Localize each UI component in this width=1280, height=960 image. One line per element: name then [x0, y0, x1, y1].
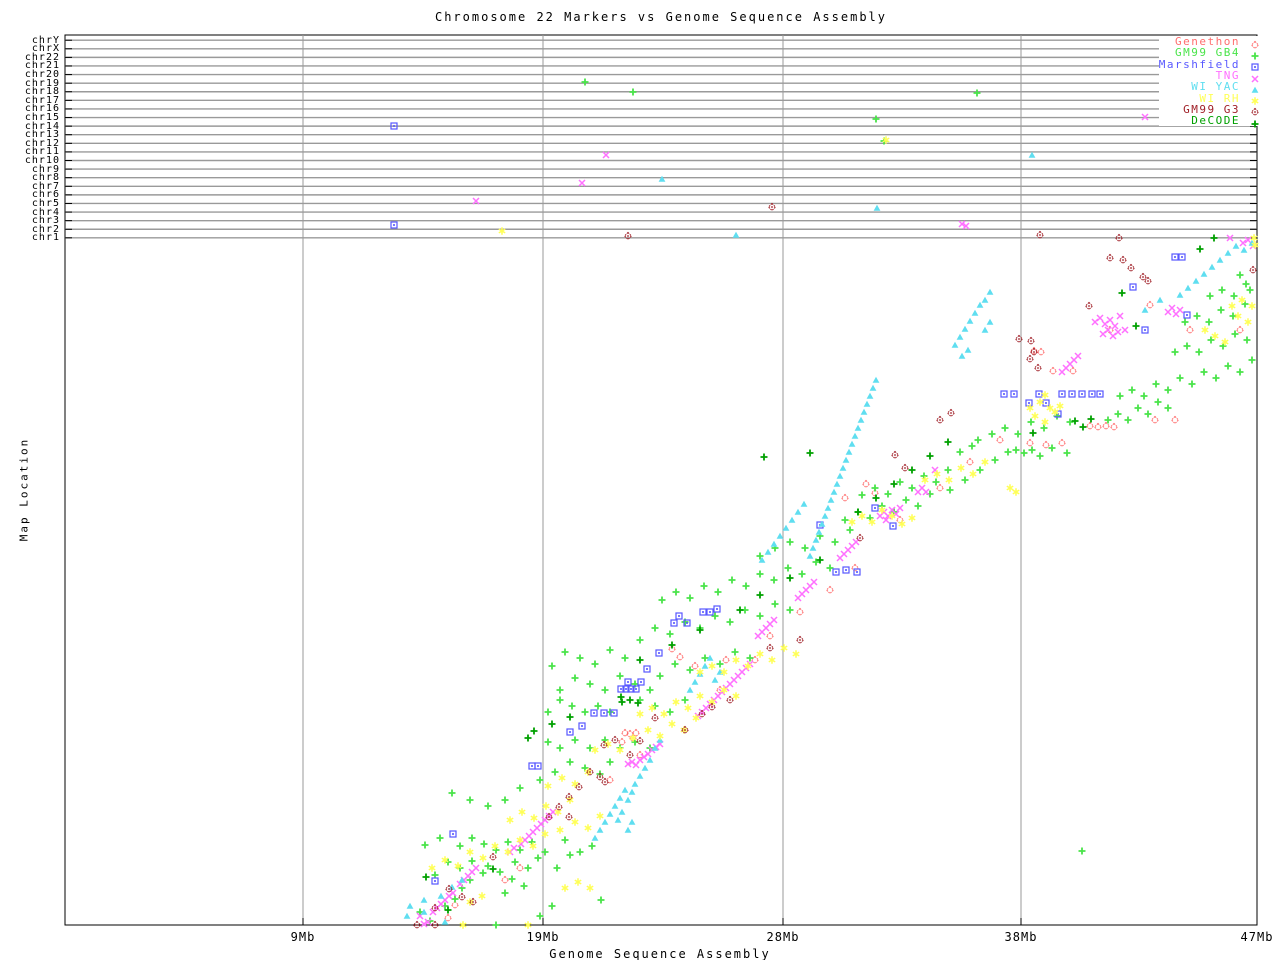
legend: Genethon GM99 GB4 Marshfield TNG WI YAC …: [1159, 36, 1262, 126]
wi-yac-triangle-icon: [1248, 81, 1262, 93]
legend-item-marshfield: Marshfield: [1159, 59, 1262, 70]
series-decode: [423, 235, 1218, 914]
legend-label: WI YAC: [1191, 81, 1248, 92]
x-tick-label: 28Mb: [743, 930, 823, 944]
x-axis-label: Genome Sequence Assembly: [400, 947, 920, 960]
legend-label: GM99 GB4: [1175, 47, 1248, 58]
x-tick-label: 47Mb: [1217, 930, 1280, 944]
series-wi-yac: [404, 152, 1256, 925]
gm99-gb4-plus-icon: [1248, 47, 1262, 59]
tng-x-icon: [1248, 70, 1262, 82]
legend-item-wi-yac: WI YAC: [1159, 81, 1262, 92]
legend-label: DeCODE: [1191, 115, 1248, 126]
series-wi-rh: [429, 136, 1258, 929]
chromosome-row-label-chr1: chr1: [2, 233, 60, 242]
x-tick-label: 38Mb: [981, 930, 1061, 944]
series-genethon: [445, 302, 1244, 922]
chart-screenshot: Chromosome 22 Markers vs Genome Sequence…: [0, 0, 1280, 960]
legend-item-decode: DeCODE: [1159, 115, 1262, 126]
wi-rh-star-icon: [1248, 92, 1262, 104]
x-tick-label: 9Mb: [263, 930, 343, 944]
y-axis-label: Map Location: [18, 430, 31, 550]
scatter-points: [391, 79, 1258, 929]
gm99-g3-diamond-icon: [1248, 103, 1262, 115]
decode-plus-icon: [1248, 115, 1262, 127]
x-tick-label: 19Mb: [503, 930, 583, 944]
genethon-diamond-icon: [1248, 36, 1262, 48]
scatter-plot-canvas: [0, 0, 1280, 960]
marshfield-square-icon: [1248, 58, 1262, 70]
series-gm99-g3: [414, 204, 1257, 929]
legend-item-gm99-gb4: GM99 GB4: [1159, 47, 1262, 58]
chart-title: Chromosome 22 Markers vs Genome Sequence…: [65, 10, 1257, 24]
series-gm99-gb4: [417, 79, 1256, 929]
legend-label: WI RH: [1199, 93, 1248, 104]
